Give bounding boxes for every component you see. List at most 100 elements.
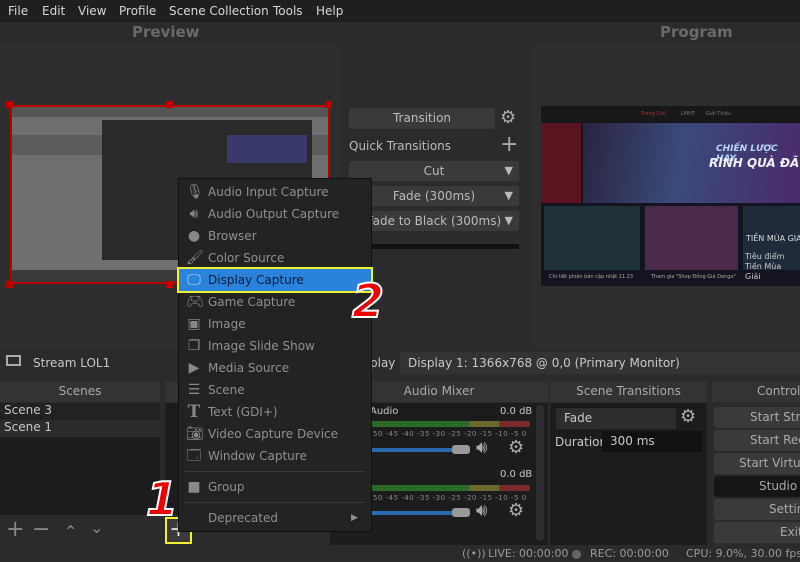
controls-header: Controls — [712, 381, 800, 402]
menu-item-image[interactable]: ▣ Image — [179, 313, 371, 335]
t-bar-slider[interactable] — [349, 244, 519, 249]
cpu-status: CPU: 9.0%, 30.00 fps — [686, 547, 800, 560]
meter-ticks: -50 -45 -40 -35 -30 -25 -20 -15 -10 -5 0 — [370, 430, 527, 438]
duration-label: Duration — [555, 435, 608, 449]
move-down-icon[interactable]: ⌄ — [90, 518, 103, 538]
gamepad-icon: 🎮︎ — [186, 294, 204, 310]
nav-item: Trang Chủ — [641, 111, 667, 117]
studio-mode-button[interactable]: Studio Mode — [714, 476, 800, 497]
menu-item-audio-input-capture[interactable]: 🎙︎ Audio Input Capture — [179, 181, 371, 203]
display-label: play — [370, 356, 396, 370]
menu-view[interactable]: View — [78, 4, 106, 18]
scene-item[interactable]: Scene 1 — [0, 420, 160, 437]
chevron-down-icon: ▼ — [504, 214, 513, 227]
image-icon: ▣ — [187, 316, 201, 332]
volume-knob[interactable] — [452, 445, 470, 454]
display-select[interactable]: Display 1: 1366x768 @ 0,0 (Primary Monit… — [400, 352, 800, 374]
add-scene-icon[interactable]: + — [6, 519, 24, 541]
menu-separator — [185, 502, 365, 503]
scrollbar[interactable] — [536, 405, 544, 541]
menu-item-window-capture[interactable]: 🗔︎ Window Capture — [179, 445, 371, 467]
menu-item-image-slide-show[interactable]: ❐ Image Slide Show — [179, 335, 371, 357]
chevron-down-icon: ▼ — [504, 164, 513, 177]
preview-label: Preview — [132, 23, 200, 41]
menu-file[interactable]: File — [8, 4, 28, 18]
menu-item-display-capture[interactable]: 🖵︎ Display Capture — [177, 267, 373, 293]
brush-icon: 🖌︎ — [186, 250, 204, 266]
quick-transition-fade[interactable]: Fade (300ms) ▼ — [349, 186, 519, 206]
duration-input[interactable]: 300 ms — [602, 431, 702, 452]
scenes-header: Scenes — [0, 381, 160, 402]
menu-item-audio-output-capture[interactable]: 🔊︎ Audio Output Capture — [179, 203, 371, 225]
menu-item-media-source[interactable]: ▶ Media Source — [179, 357, 371, 379]
menu-tools[interactable]: Tools — [273, 4, 303, 18]
selected-source-name: Stream LOL1 — [33, 356, 111, 370]
menu-separator — [185, 471, 365, 472]
quick-transition-fade-black[interactable]: Fade to Black (300ms) ▼ — [349, 211, 519, 231]
banner-subtitle: RINH QUÀ ĐÃ — [709, 156, 800, 170]
add-quick-transition-icon[interactable]: + — [500, 132, 518, 157]
text-icon: T — [187, 402, 201, 422]
speaker-icon: 🔊︎ — [189, 206, 199, 222]
microphone-icon: 🎙︎ — [186, 184, 204, 200]
menu-item-text-gdi[interactable]: T Text (GDI+) — [179, 401, 371, 423]
meter-ticks: -50 -45 -40 -35 -30 -25 -20 -15 -10 -5 0 — [370, 494, 527, 502]
step-2-annotation: 2 — [351, 273, 385, 329]
menu-item-scene[interactable]: ☰ Scene — [179, 379, 371, 401]
volume-knob[interactable] — [452, 508, 470, 517]
scene-transitions-header: Scene Transitions — [550, 381, 707, 402]
quick-transitions-label: Quick Transitions — [349, 139, 452, 153]
remove-scene-icon[interactable]: − — [32, 519, 50, 541]
menu-item-color-source[interactable]: 🖌︎ Color Source — [179, 247, 371, 269]
gear-icon[interactable]: ⚙ — [508, 500, 524, 521]
scene-item[interactable]: Scene 3 — [0, 403, 160, 420]
chevron-down-icon: ▼ — [504, 189, 513, 202]
play-icon: ▶ — [188, 360, 200, 376]
menu-scene-collection[interactable]: Scene Collection — [169, 4, 269, 18]
start-recording-button[interactable]: Start Recording — [714, 430, 800, 451]
tile-title: TIỀN MÙA GIA — [746, 234, 800, 243]
volume-slider[interactable] — [370, 448, 460, 452]
gear-icon[interactable]: ⚙ — [508, 437, 524, 458]
gear-icon[interactable]: ⚙ — [680, 406, 696, 427]
menu-item-video-capture-device[interactable]: 📷︎ Video Capture Device — [179, 423, 371, 445]
start-streaming-button[interactable]: Start Streaming — [714, 407, 800, 428]
move-up-icon[interactable]: ⌃ — [64, 522, 77, 542]
transition-type-select[interactable]: Fade — [556, 408, 676, 429]
monitor-icon — [6, 355, 21, 366]
monitor-icon: 🖵︎ — [187, 272, 201, 288]
tile-caption: Tiêu điểm Tiền Mùa Giải — [745, 252, 785, 281]
speaker-icon[interactable]: 🔊︎ — [476, 500, 487, 521]
menu-help[interactable]: Help — [316, 4, 343, 18]
folder-icon: ■ — [187, 479, 201, 495]
channel-level: 0.0 dB — [500, 469, 533, 480]
add-source-menu: 🎙︎ Audio Input Capture 🔊︎ Audio Output Cap… — [177, 178, 373, 532]
transition-button[interactable]: Transition — [349, 108, 495, 129]
step-1-annotation: 1 — [145, 471, 179, 527]
menu-item-browser[interactable]: ● Browser — [179, 225, 371, 247]
settings-button[interactable]: Settings — [714, 499, 800, 520]
live-status: LIVE: 00:00:00 — [488, 547, 569, 560]
quick-transition-cut[interactable]: Cut ▼ — [349, 161, 519, 181]
channel-name: Audio — [370, 406, 399, 417]
exit-button[interactable]: Exit — [714, 522, 800, 543]
menu-profile[interactable]: Profile — [119, 4, 156, 18]
rec-status: REC: 00:00:00 — [590, 547, 669, 560]
submenu-arrow-icon: ▶ — [351, 513, 358, 523]
globe-icon: ● — [187, 228, 201, 244]
transition-gear-icon[interactable]: ⚙ — [500, 107, 516, 128]
camera-icon: 📷︎ — [186, 426, 204, 442]
slideshow-icon: ❐ — [187, 338, 201, 354]
menu-bar: File Edit View Profile Scene Collection … — [0, 0, 800, 22]
program-label: Program — [660, 23, 733, 41]
volume-slider[interactable] — [370, 511, 460, 515]
source-toolbar: Stream LOL1 play Display 1: 1366x768 @ 0… — [0, 351, 800, 375]
tile-caption: Tham gia "Shop Đồng Giá Dango" — [651, 274, 736, 280]
start-virtual-camera-button[interactable]: Start Virtual Camera — [714, 453, 800, 474]
menu-edit[interactable]: Edit — [42, 4, 65, 18]
speaker-icon[interactable]: 🔊︎ — [476, 437, 487, 458]
channel-level: 0.0 dB — [500, 406, 533, 417]
menu-item-group[interactable]: ■ Group — [179, 476, 371, 498]
menu-item-game-capture[interactable]: 🎮︎ Game Capture — [179, 291, 371, 313]
menu-item-deprecated[interactable]: Deprecated ▶ — [179, 507, 371, 529]
